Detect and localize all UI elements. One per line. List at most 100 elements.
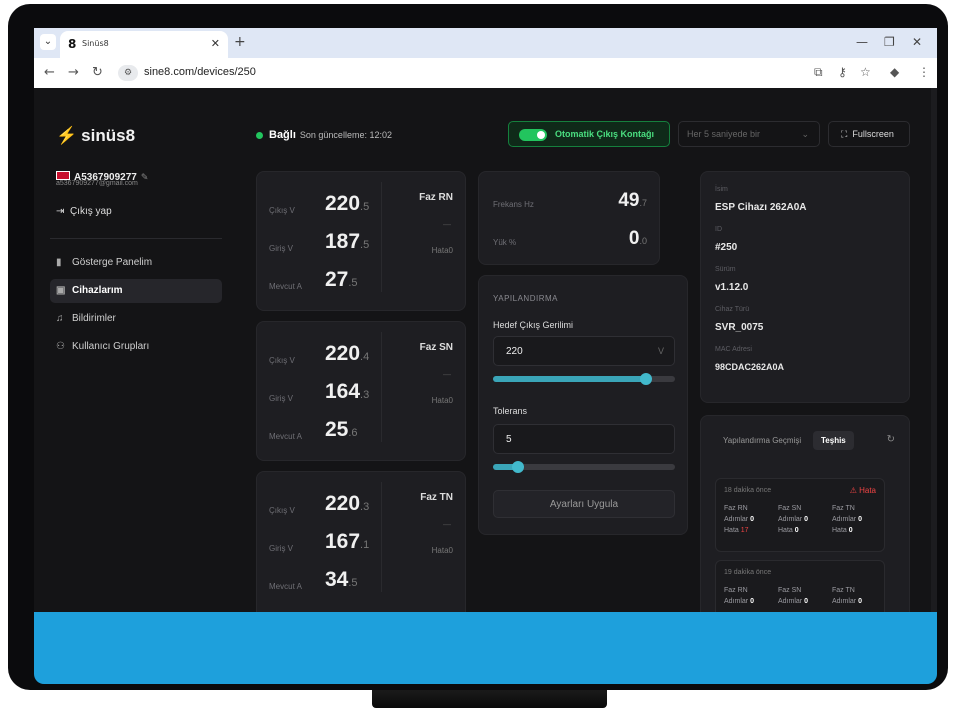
phase-name: Faz TN [832, 587, 855, 594]
toggle-switch[interactable] [519, 129, 547, 141]
browser-tab[interactable]: 8 Sinüs8 ✕ [60, 31, 228, 58]
apply-settings-button[interactable]: Ayarları Uygula [493, 490, 675, 518]
steps-label: Adımlar [724, 516, 749, 523]
steps-label: Adımlar [832, 598, 857, 605]
phase-errors: Hata 0 [778, 525, 808, 536]
auto-output-toggle[interactable]: Otomatik Çıkış Kontağı [508, 121, 670, 147]
errors-count: 17 [740, 527, 749, 534]
tolerance-value: 5 [506, 434, 512, 445]
errors-label: Hata [778, 527, 793, 534]
flag-icon [56, 171, 70, 180]
close-window-icon[interactable]: ✕ [912, 35, 922, 49]
sidebar-item-notifications[interactable]: ♫ Bildirimler [50, 307, 222, 331]
status-label: Bağlı [269, 129, 296, 141]
device-name: ESP Cihazı 262A0A [715, 202, 807, 213]
version-label: Sürüm [715, 266, 736, 273]
value-dec: .4 [360, 351, 370, 363]
history-item[interactable]: 18 dakika önce ⚠ Hata Faz RN Adımlar 0 H… [715, 478, 885, 552]
metric-value: 220.3 [325, 492, 369, 516]
new-tab-icon[interactable]: + [234, 34, 246, 50]
errors-label: Hata [832, 527, 847, 534]
restore-icon[interactable]: ❐ [884, 35, 895, 49]
value-dec: .6 [348, 427, 358, 439]
metric-label: Giriş V [269, 244, 293, 253]
fullscreen-button[interactable]: ⛶ Fullscreen [828, 121, 910, 147]
history-item[interactable]: 19 dakika önce Faz RN Adımlar 0 Faz SN A… [715, 560, 885, 612]
value-dec: .5 [348, 577, 358, 589]
forward-icon[interactable]: → [68, 65, 79, 80]
logout-label: Çıkış yap [69, 206, 112, 217]
close-tab-icon[interactable]: ✕ [211, 37, 220, 50]
target-voltage-slider[interactable] [493, 373, 675, 385]
history-phase-col: Faz TN Adımlar 0 [832, 585, 862, 607]
tab-list-icon[interactable]: ⌄ [40, 34, 56, 50]
sidebar-item-devices[interactable]: ▣ Cihazlarım [50, 279, 222, 303]
tolerance-slider[interactable] [493, 461, 675, 473]
phase-error: Hata0 [431, 246, 453, 255]
reload-icon[interactable]: ↻ [92, 65, 103, 80]
metric-value: 164.3 [325, 380, 369, 404]
slider-knob[interactable] [639, 373, 652, 385]
sidebar-item-user-groups[interactable]: ⚇ Kullanıcı Grupları [50, 335, 222, 359]
refresh-interval-select[interactable]: Her 5 saniyede bir ⌄ [678, 121, 820, 147]
metric-value: 27.5 [325, 268, 358, 292]
minimize-icon[interactable]: — [856, 35, 868, 49]
bookmark-star-icon[interactable]: ☆ [860, 65, 871, 79]
target-voltage-input[interactable]: 220 V [493, 336, 675, 366]
tab-diagnostics[interactable]: Teşhis [813, 431, 854, 450]
steps-count: 0 [858, 598, 862, 605]
tab-config-history[interactable]: Yapılandırma Geçmişi [723, 436, 801, 445]
browser-tabbar: ⌄ 8 Sinüs8 ✕ + — ❐ ✕ [34, 28, 937, 58]
sidebar-item-label: Gösterge Panelim [72, 257, 153, 268]
metric-value: 34.5 [325, 568, 358, 592]
metric-label: Çıkış V [269, 206, 295, 215]
phase-dash: — [443, 220, 451, 229]
chart-icon: ▮ [56, 257, 62, 268]
translate-icon[interactable]: ⧉ [814, 65, 823, 80]
value-int: 34 [325, 568, 349, 591]
logout-button[interactable]: ⇥ Çıkış yap [56, 206, 112, 217]
metric-label: Mevcut A [269, 432, 302, 441]
tolerance-input[interactable]: 5 [493, 424, 675, 454]
back-icon[interactable]: ← [44, 65, 55, 80]
device-mac: 98CDAC262A0A [715, 362, 785, 372]
frequency-label: Frekans Hz [493, 200, 534, 209]
scrollbar[interactable] [931, 88, 937, 612]
edit-icon[interactable]: ✎ [141, 173, 149, 183]
sidebar-item-label: Bildirimler [72, 313, 116, 324]
type-label: Cihaz Türü [715, 306, 750, 313]
phase-errors: Hata 17 [724, 525, 754, 536]
brand-logo[interactable]: ⚡ sinüs8 [56, 126, 135, 146]
url-field[interactable]: sine8.com/devices/250 [144, 66, 256, 78]
metric-value: 187.5 [325, 230, 369, 254]
phase-name: Faz SN [778, 505, 802, 512]
slider-fill [493, 376, 646, 382]
value-dec: .3 [360, 389, 370, 401]
value-dec: .5 [360, 201, 370, 213]
phase-steps: Adımlar 0 [832, 596, 862, 607]
refresh-icon[interactable]: ↻ [887, 434, 895, 445]
phase-card-sn: Çıkış V 220.4 Giriş V 164.3 Mevcut A 25.… [256, 321, 466, 461]
steps-count: 0 [804, 516, 808, 523]
value-dec: .1 [360, 539, 370, 551]
password-key-icon[interactable]: ⚷ [838, 65, 847, 79]
connection-status: Bağlı Son güncelleme: 12:02 [256, 129, 392, 141]
value-dec: .5 [360, 239, 370, 251]
errors-count: 0 [848, 527, 853, 534]
tolerance-label: Tolerans [493, 406, 528, 416]
extension-icon[interactable]: ◆ [890, 65, 899, 79]
slider-knob[interactable] [512, 461, 525, 473]
value-dec: .5 [348, 277, 358, 289]
load-label: Yük % [493, 238, 517, 247]
sidebar-item-label: Cihazlarım [72, 285, 123, 296]
site-settings-icon[interactable]: ⚙ [118, 65, 138, 81]
value-int: 220 [325, 492, 361, 515]
phase-name: Faz RN [724, 587, 748, 594]
frequency-value: 49.7 [618, 190, 647, 212]
sidebar-item-dashboard[interactable]: ▮ Gösterge Panelim [50, 251, 222, 275]
divider [381, 182, 382, 292]
phase-card-rn: Çıkış V 220.5 Giriş V 187.5 Mevcut A 27.… [256, 171, 466, 311]
steps-label: Adımlar [832, 516, 857, 523]
steps-count: 0 [858, 516, 862, 523]
browser-menu-icon[interactable]: ⋮ [918, 65, 930, 79]
